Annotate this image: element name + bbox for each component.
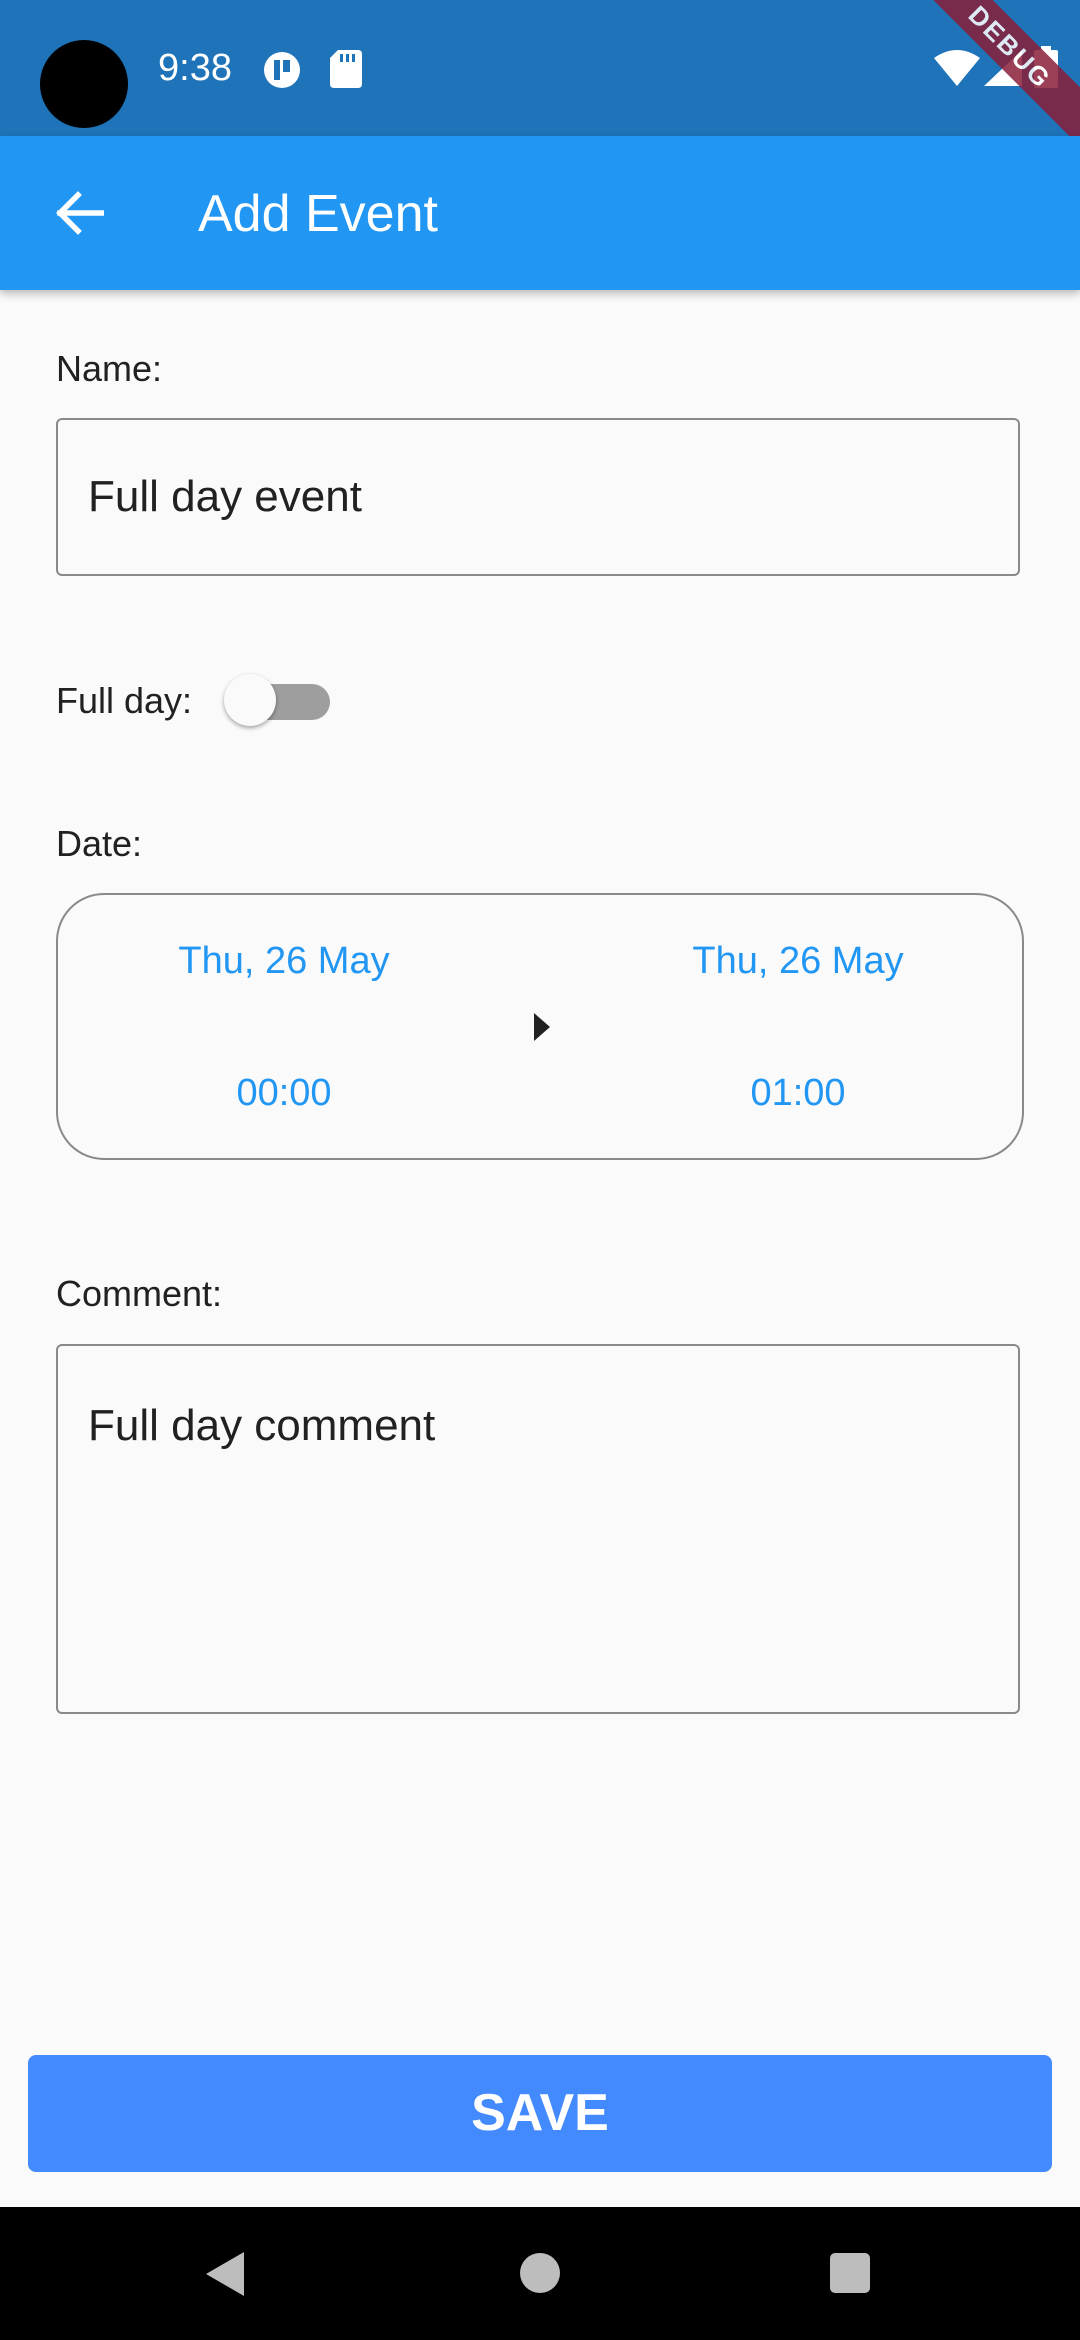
full-day-switch[interactable] bbox=[222, 672, 330, 728]
navigation-bar bbox=[0, 2207, 1080, 2340]
arrow-right-icon bbox=[534, 1013, 550, 1041]
start-date-button[interactable]: Thu, 26 May bbox=[134, 939, 434, 983]
end-time-button[interactable]: 01:00 bbox=[648, 1071, 948, 1115]
sd-card-icon bbox=[330, 50, 362, 88]
date-range-picker: Thu, 26 May 00:00 Thu, 26 May 01:00 bbox=[56, 893, 1024, 1160]
nav-back-icon[interactable] bbox=[206, 2252, 244, 2296]
arrow-back-icon bbox=[56, 191, 104, 235]
full-day-label: Full day: bbox=[56, 680, 193, 721]
wifi-icon bbox=[934, 50, 980, 86]
date-label: Date: bbox=[56, 823, 143, 864]
save-button[interactable]: SAVE bbox=[28, 2055, 1052, 2172]
back-button[interactable] bbox=[40, 173, 120, 253]
app-bar: Add Event bbox=[0, 136, 1080, 290]
nav-home-icon[interactable] bbox=[520, 2253, 560, 2293]
start-time-button[interactable]: 00:00 bbox=[134, 1071, 434, 1115]
name-label: Name: bbox=[56, 348, 163, 389]
switch-thumb bbox=[224, 674, 276, 726]
name-field[interactable]: Full day event bbox=[56, 418, 1020, 576]
camera-cutout bbox=[40, 40, 128, 128]
status-time: 9:38 bbox=[158, 47, 232, 89]
status-bar: 9:38 DEBUG bbox=[0, 0, 1080, 154]
comment-field[interactable]: Full day comment bbox=[56, 1344, 1020, 1714]
nav-recents-icon[interactable] bbox=[830, 2253, 870, 2293]
page-title: Add Event bbox=[198, 185, 438, 243]
end-date-button[interactable]: Thu, 26 May bbox=[648, 939, 948, 983]
app-notification-icon bbox=[264, 52, 300, 88]
comment-label: Comment: bbox=[56, 1273, 223, 1314]
